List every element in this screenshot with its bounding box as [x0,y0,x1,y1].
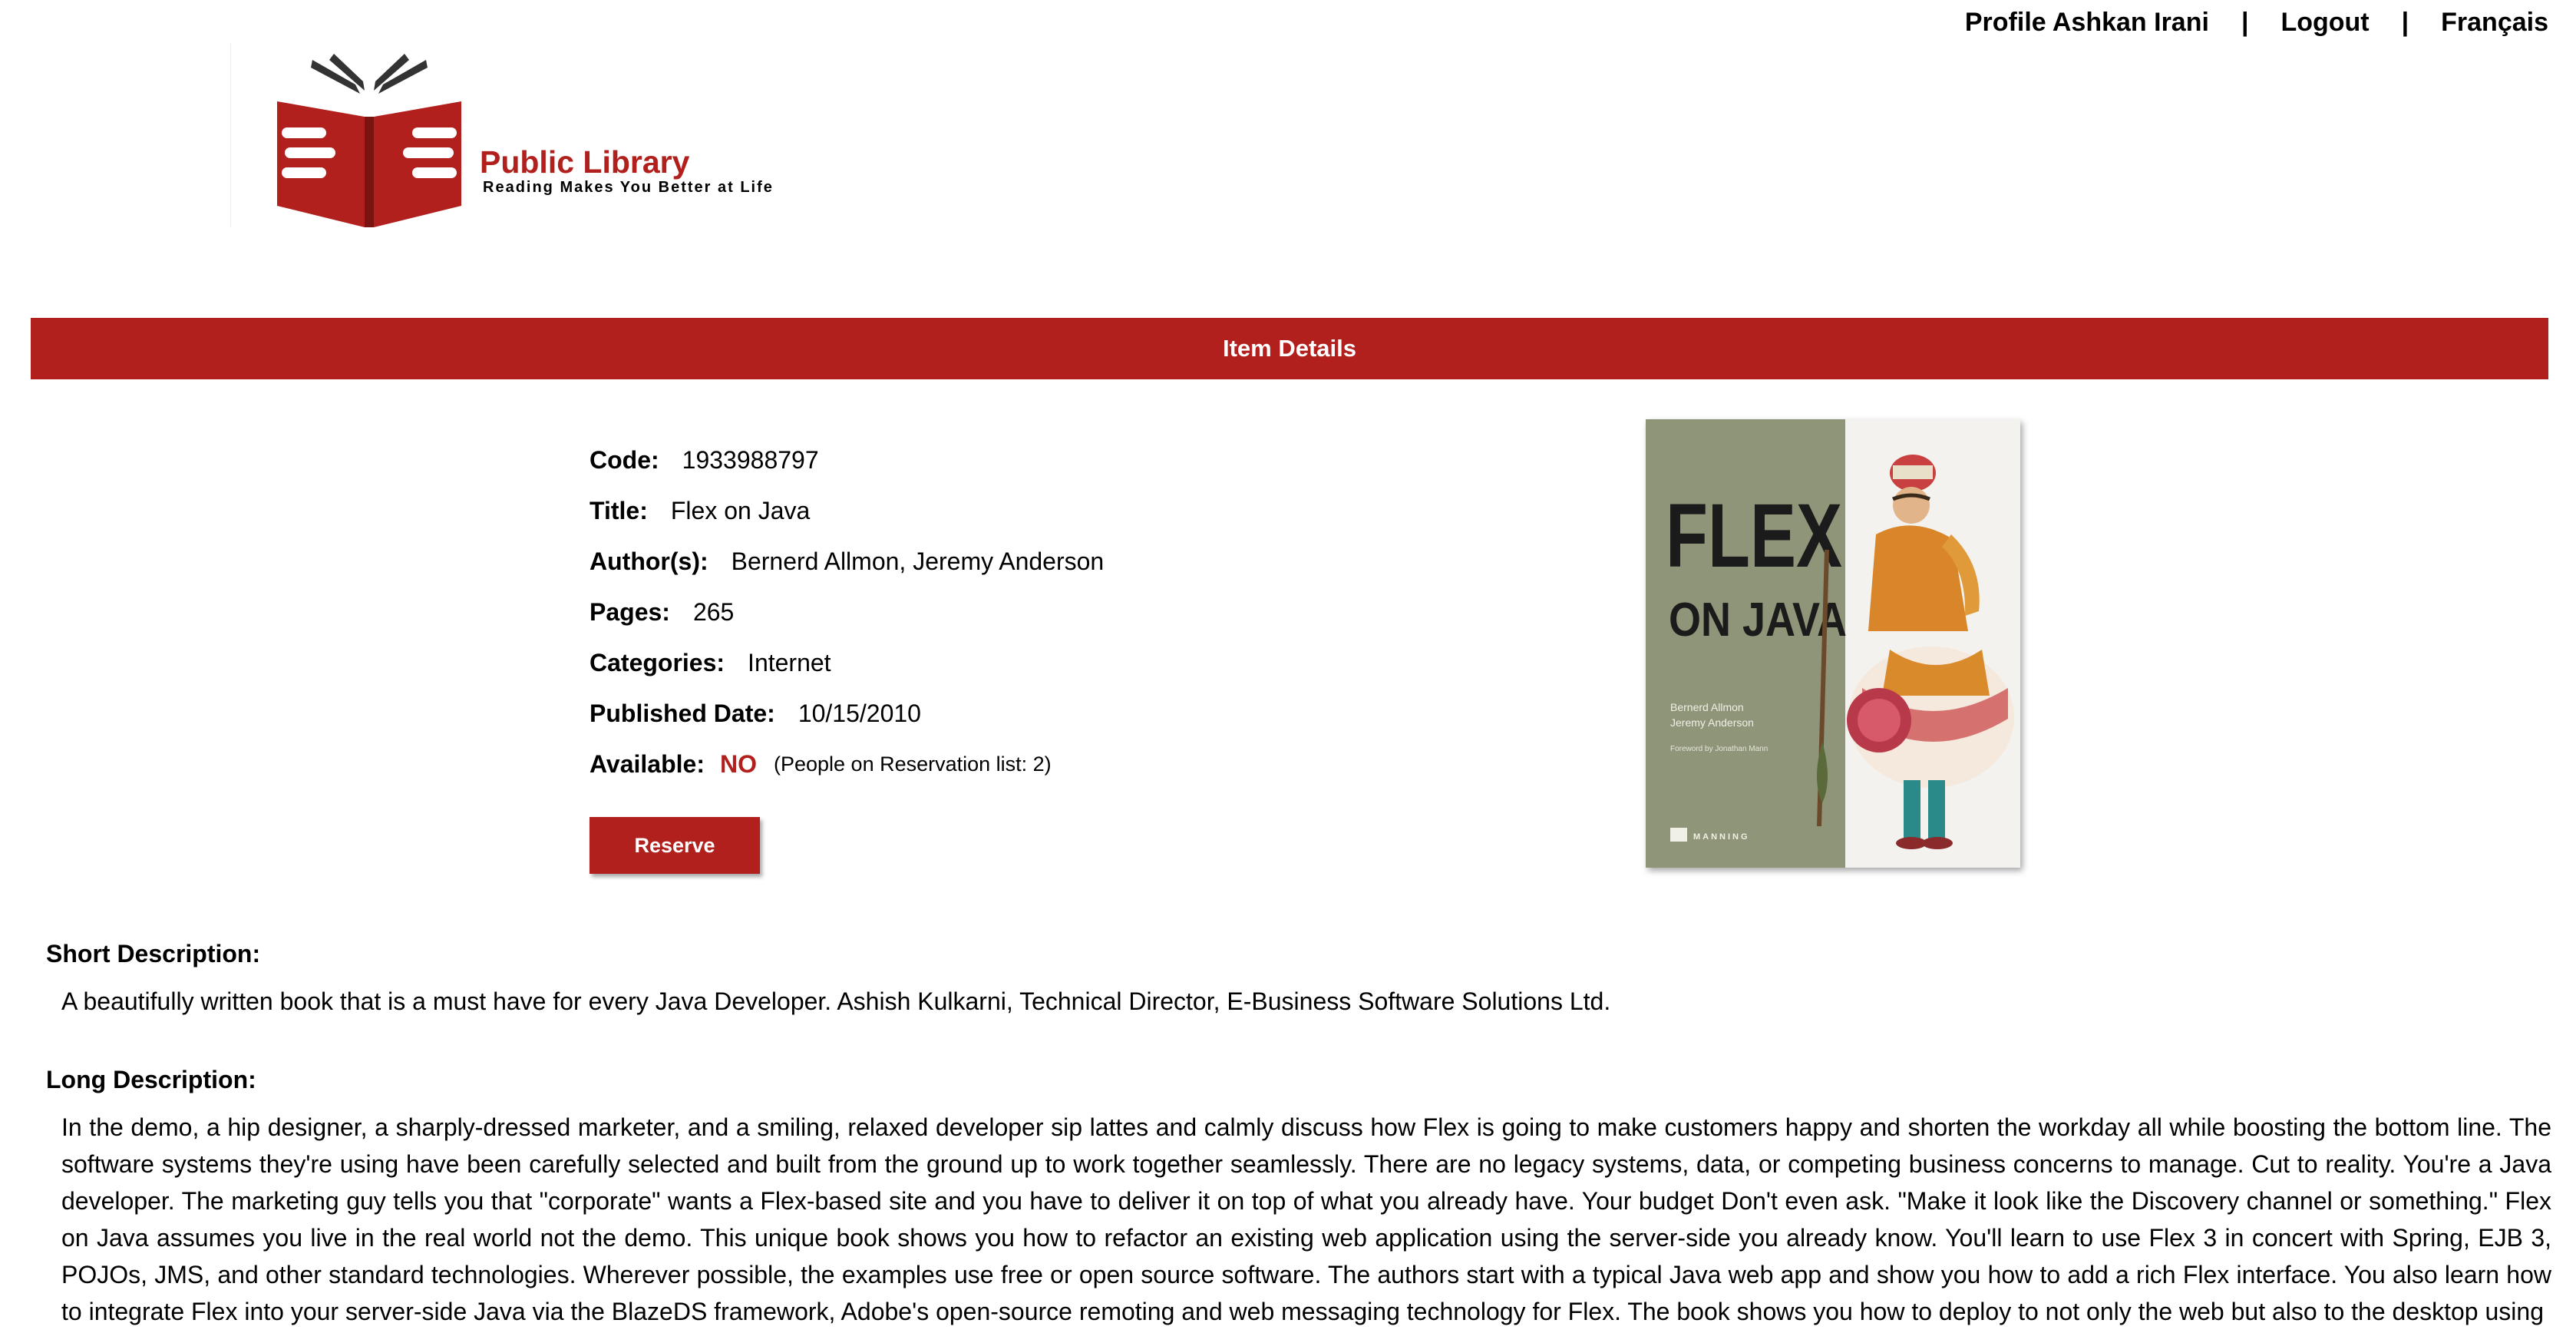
title-value: Flex on Java [670,496,811,524]
published-value: 10/15/2010 [798,699,921,727]
library-logo[interactable]: Public Library Reading Makes You Better … [230,43,774,227]
cover-author2: Jeremy Anderson [1670,716,1754,729]
book-cover-image: FLEX ON JAVA Bernerd Allmon Jeremy Ander… [1646,419,2020,868]
short-description-text: A beautifully written book that is a mus… [61,987,1611,1015]
reserve-button[interactable]: Reserve [590,817,760,874]
profile-link[interactable]: Profile Ashkan Irani [1965,8,2209,38]
published-label: Published Date: [590,699,775,727]
categories-label: Categories: [590,648,725,676]
title-label: Title: [590,496,648,524]
nav-separator: | [2241,8,2249,37]
logo-title: Public Library [480,144,690,180]
logout-link[interactable]: Logout [2280,8,2369,38]
detail-row-title: Title: Flex on Java [590,485,1104,536]
cover-title-line2: ON JAVA [1669,594,1847,647]
available-value: NO [719,749,757,778]
item-details-panel: Code: 1933988797 Title: Flex on Java Aut… [590,435,1104,874]
detail-row-authors: Author(s): Bernerd Allmon, Jeremy Anders… [590,536,1104,587]
detail-row-pages: Pages: 265 [590,587,1104,637]
top-nav: Profile Ashkan Irani | Logout | Français [1965,8,2548,38]
code-label: Code: [590,445,659,474]
detail-row-available: Available: NO (People on Reservation lis… [590,739,1104,789]
cover-foreword: Foreword by Jonathan Mann [1670,745,1768,753]
reservation-note: (People on Reservation list: 2) [773,752,1052,776]
pages-value: 265 [692,597,735,626]
nav-separator: | [2401,8,2409,37]
item-details-banner: Item Details [31,318,2548,379]
logo-tagline: Reading Makes You Better at Life [483,179,774,196]
detail-row-published: Published Date: 10/15/2010 [590,688,1104,739]
categories-value: Internet [748,648,831,676]
detail-row-categories: Categories: Internet [590,637,1104,688]
pages-label: Pages: [590,597,670,626]
cover-author1: Bernerd Allmon [1670,701,1744,713]
short-description-label: Short Description: [46,940,261,968]
open-book-hands-icon [277,54,461,227]
authors-label: Author(s): [590,547,708,575]
authors-value: Bernerd Allmon, Jeremy Anderson [731,547,1105,575]
code-value: 1933988797 [682,445,819,474]
cover-title-line1: FLEX [1666,485,1842,587]
long-description-label: Long Description: [46,1066,256,1093]
banner-title: Item Details [1222,335,1356,362]
long-description-text: In the demo, a hip designer, a sharply-d… [61,1113,2551,1325]
detail-row-code: Code: 1933988797 [590,435,1104,485]
language-link[interactable]: Français [2441,8,2548,38]
available-label: Available: [590,749,705,778]
cover-publisher: MANNING [1693,832,1750,842]
